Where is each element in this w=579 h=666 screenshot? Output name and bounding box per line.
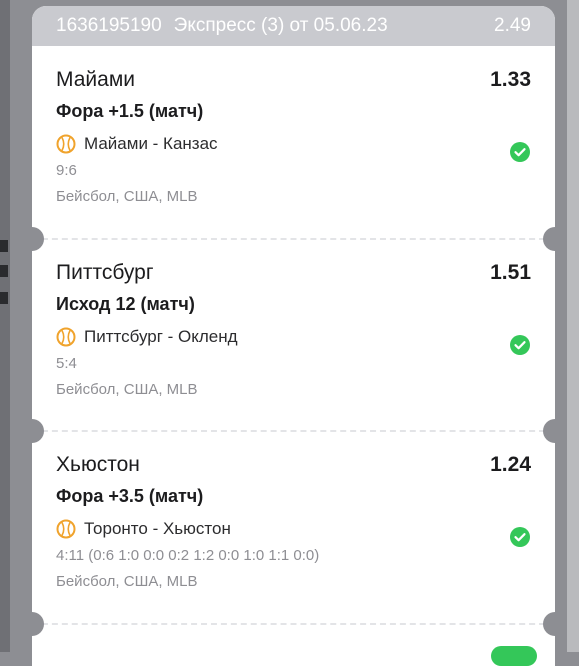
- bet-match: Торонто - Хьюстон: [84, 519, 231, 538]
- status-toggle-partial[interactable]: [491, 646, 537, 666]
- bet-score: 5:4: [56, 354, 77, 372]
- bet-match: Майами - Канзас: [84, 134, 218, 153]
- bet-ticket-card: 1636195190 Экспресс (3) от 05.06.23 2.49…: [32, 6, 555, 666]
- bet-league: Бейсбол, США, MLB: [56, 188, 198, 205]
- bet-item[interactable]: Хьюстон 1.24 Фора +3.5 (матч) Торонто - …: [32, 431, 555, 624]
- ticket-header[interactable]: 1636195190 Экспресс (3) от 05.06.23 2.49: [32, 6, 555, 46]
- baseball-icon: [56, 519, 76, 539]
- bet-league: Бейсбол, США, MLB: [56, 380, 198, 398]
- check-circle-icon: [510, 527, 530, 547]
- bet-match: Питтсбург - Окленд: [84, 326, 238, 346]
- bet-score: 4:11 (0:6 1:0 0:0 0:2 1:2 0:0 1:0 1:1 0:…: [56, 547, 320, 564]
- ticket-type: Экспресс (3) от 05.06.23: [173, 15, 388, 36]
- dashed-divider: [32, 623, 555, 625]
- ticket-notch: [543, 612, 555, 636]
- bet-item[interactable]: Майами 1.33 Фора +1.5 (матч) Майами - Ка…: [32, 46, 555, 239]
- check-circle-icon: [510, 334, 530, 355]
- baseball-icon: [56, 134, 76, 154]
- bet-market: Фора +1.5 (матч): [56, 101, 204, 121]
- bet-item[interactable]: Питтсбург 1.51 Исход 12 (матч) Питтсбург…: [32, 239, 555, 432]
- bet-odds: 1.24: [490, 453, 531, 476]
- check-circle-icon: [510, 142, 530, 162]
- bet-team: Хьюстон: [56, 453, 140, 476]
- bet-market: Фора +3.5 (матч): [56, 486, 204, 506]
- ticket-id: 1636195190: [56, 15, 162, 36]
- background-fragment: [0, 265, 8, 277]
- ticket-total-odds: 2.49: [494, 15, 531, 36]
- bet-market: Исход 12 (матч): [56, 293, 195, 314]
- background-left-panel: [0, 0, 10, 652]
- background-fragment: [0, 292, 8, 304]
- bet-team: Питтсбург: [56, 260, 154, 284]
- bet-league: Бейсбол, США, MLB: [56, 573, 198, 590]
- baseball-icon: [56, 327, 76, 346]
- bet-odds: 1.33: [490, 68, 531, 91]
- bet-score: 9:6: [56, 162, 77, 179]
- bet-team: Майами: [56, 68, 135, 91]
- background-right-panel: [567, 0, 579, 652]
- background-fragment: [0, 240, 8, 252]
- bet-odds: 1.51: [490, 260, 531, 284]
